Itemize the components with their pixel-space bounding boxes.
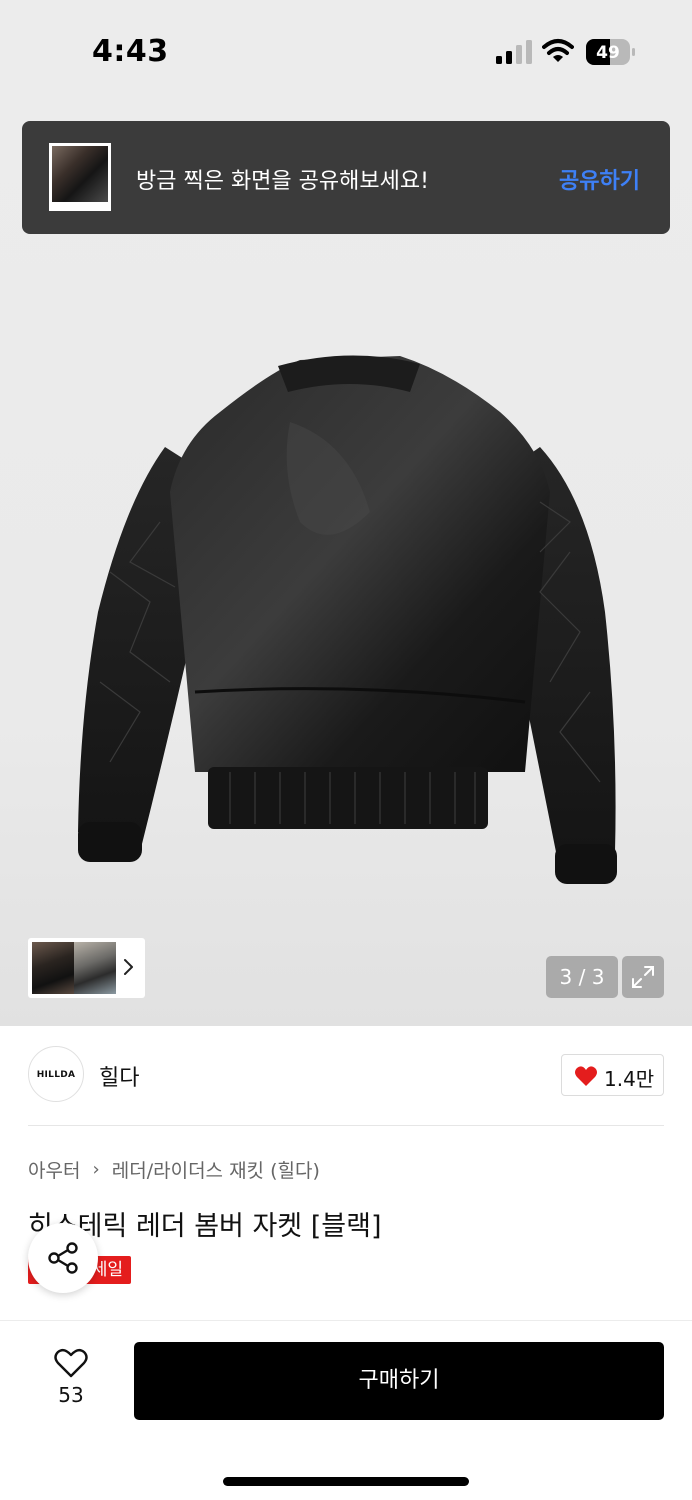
toast-message: 방금 찍은 화면을 공유해보세요! (136, 169, 429, 194)
screenshot-share-toast: 방금 찍은 화면을 공유해보세요! 공유하기 (22, 121, 670, 234)
buy-button[interactable]: 구매하기 (134, 1342, 664, 1420)
brand-logo[interactable]: HILLDA (28, 1046, 84, 1102)
chevron-right-icon: › (92, 1159, 100, 1180)
breadcrumb: 아우터 › 레더/라이더스 재킷 (힐다) (28, 1156, 320, 1183)
share-button[interactable] (28, 1223, 98, 1293)
wishlist-count: 53 (58, 1383, 84, 1407)
cellular-signal-icon (496, 40, 532, 64)
chevron-right-icon (124, 959, 133, 975)
bottom-action-bar: 53 구매하기 (0, 1320, 692, 1500)
gallery-thumbnail[interactable] (32, 942, 74, 994)
breadcrumb-subcategory[interactable]: 레더/라이더스 재킷 (힐다) (112, 1160, 320, 1182)
home-indicator (223, 1477, 469, 1486)
wifi-icon (542, 39, 574, 62)
status-time: 4:43 (92, 34, 169, 69)
battery-icon: 49 (586, 39, 635, 65)
share-now-button[interactable]: 공유하기 (559, 163, 640, 195)
divider (28, 1125, 664, 1126)
wishlist-button[interactable]: 53 (36, 1343, 106, 1419)
breadcrumb-category[interactable]: 아우터 (28, 1160, 80, 1182)
gallery-thumbnail[interactable] (74, 942, 116, 994)
brand-name[interactable]: 힐다 (99, 1060, 139, 1092)
brand-like-button[interactable]: 1.4만 (561, 1054, 664, 1096)
heart-outline-icon (54, 1348, 88, 1378)
fullscreen-button[interactable] (622, 956, 664, 998)
gallery-thumbnail-strip[interactable] (28, 938, 145, 998)
expand-icon (632, 966, 654, 988)
product-image-gallery[interactable]: 4:43 49 방금 찍은 화면을 공유해보세요! 공유하기 3 / 3 (0, 0, 692, 1026)
brand-row[interactable]: HILLDA 힐다 1.4만 (28, 1046, 664, 1104)
product-image-leather-jacket[interactable] (70, 352, 630, 892)
status-bar: 4:43 49 (0, 0, 692, 100)
screenshot-thumbnail[interactable] (49, 143, 111, 211)
brand-like-count: 1.4만 (604, 1067, 655, 1091)
battery-level: 49 (596, 43, 620, 63)
gallery-page-indicator: 3 / 3 (546, 956, 618, 998)
share-icon (48, 1242, 78, 1274)
heart-filled-icon (575, 1066, 597, 1086)
